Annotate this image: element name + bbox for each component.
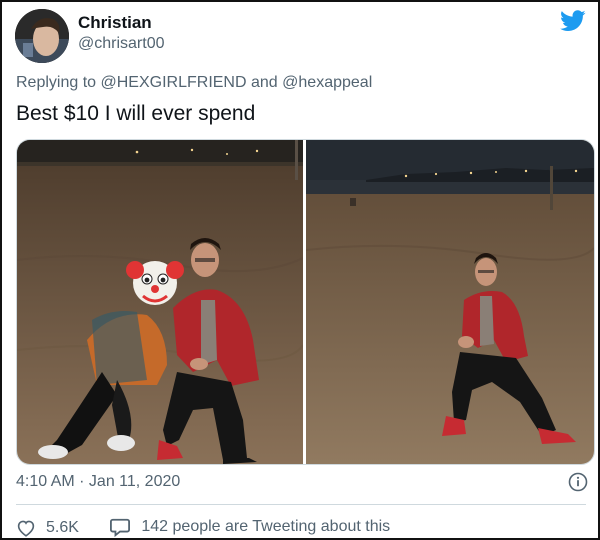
like-count: 5.6K	[46, 519, 79, 536]
tweet-text: Best $10 I will ever spend	[16, 102, 256, 125]
like-button[interactable]: 5.6K	[16, 519, 79, 537]
info-icon[interactable]	[568, 472, 588, 492]
media-grid	[16, 139, 595, 465]
divider	[16, 504, 586, 505]
replying-label: Replying to	[16, 74, 97, 91]
author-handle[interactable]: @chrisart00	[78, 35, 165, 53]
conversation-button[interactable]: 142 people are Tweeting about this	[109, 517, 390, 537]
reply-mention-hexappeal[interactable]: @hexappeal	[282, 74, 372, 91]
tweet-card: Christian @chrisart00 Replying to @HEXGI…	[0, 0, 600, 540]
twitter-bird-icon[interactable]	[560, 10, 586, 32]
conversation-count: 142 people are Tweeting about this	[141, 518, 391, 535]
avatar[interactable]	[15, 9, 69, 63]
photo-left[interactable]	[17, 140, 303, 464]
replying-to-line: Replying to @HEXGIRLFRIEND and @hexappea…	[16, 74, 372, 92]
reply-mention-hexgirlfriend[interactable]: @HEXGIRLFRIEND	[101, 74, 247, 91]
tweet-timestamp[interactable]: 4:10 AM · Jan 11, 2020	[16, 473, 180, 491]
heart-icon	[17, 520, 35, 537]
speech-bubble-icon	[110, 518, 131, 537]
tweet-actions: 5.6K 142 people are Tweeting about this	[16, 517, 416, 538]
photo-right[interactable]	[306, 140, 594, 464]
author-name[interactable]: Christian	[78, 13, 152, 33]
reply-connector: and	[251, 74, 278, 91]
